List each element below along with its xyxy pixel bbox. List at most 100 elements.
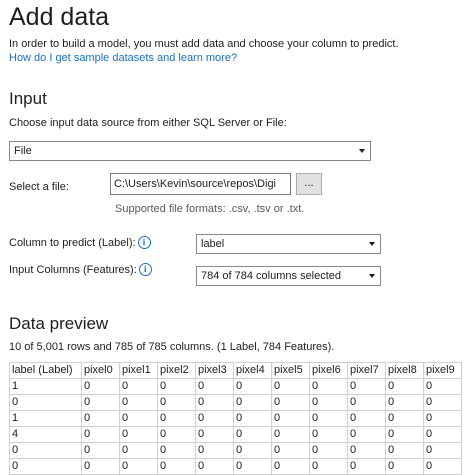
table-cell: 4: [9, 426, 82, 443]
table-header-row: label (Label) pixel0 pixel1 pixel2 pixel3 pix…: [9, 362, 462, 379]
data-source-dropdown[interactable]: File: [9, 141, 371, 161]
table-cell: 0: [9, 458, 82, 475]
file-path-input[interactable]: C:\Users\Kevin\source\repos\Digi: [110, 173, 291, 195]
data-source-value: File: [14, 145, 32, 157]
column-header[interactable]: pixel7: [347, 362, 386, 379]
data-preview-heading: Data preview: [9, 314, 109, 333]
features-label-text: Input Columns (Features):: [9, 264, 137, 276]
table-cell: 0: [385, 442, 424, 459]
chevron-down-icon: [369, 274, 375, 278]
table-cell: 0: [309, 458, 348, 475]
table-cell: 0: [385, 458, 424, 475]
table-cell: 0: [309, 442, 348, 459]
column-header[interactable]: pixel8: [385, 362, 424, 379]
file-label: Select a file:: [9, 181, 69, 193]
table-cell: 0: [347, 442, 386, 459]
table-row: 10000000000: [9, 410, 462, 427]
table-cell: 0: [195, 442, 234, 459]
column-to-predict-dropdown[interactable]: label: [196, 234, 381, 254]
table-row: 40000000000: [9, 426, 462, 443]
table-cell: 0: [119, 426, 158, 443]
table-cell: 0: [423, 410, 462, 427]
table-cell: 0: [423, 442, 462, 459]
table-cell: 0: [271, 394, 310, 411]
predict-label: Column to predict (Label): i: [9, 235, 151, 250]
table-cell: 0: [195, 410, 234, 427]
table-cell: 0: [119, 442, 158, 459]
table-cell: 0: [347, 426, 386, 443]
column-header[interactable]: pixel3: [195, 362, 234, 379]
features-value: 784 of 784 columns selected: [201, 270, 342, 282]
table-cell: 0: [423, 458, 462, 475]
table-cell: 0: [347, 394, 386, 411]
table-cell: 1: [9, 378, 82, 395]
supported-formats-hint: Supported file formats: .csv, .tsv or .t…: [115, 203, 305, 215]
info-icon[interactable]: i: [137, 235, 151, 249]
table-cell: 0: [385, 410, 424, 427]
column-header[interactable]: pixel2: [157, 362, 196, 379]
table-cell: 0: [385, 394, 424, 411]
table-cell: 0: [119, 410, 158, 427]
table-cell: 0: [347, 410, 386, 427]
table-cell: 0: [385, 378, 424, 395]
table-cell: 0: [271, 410, 310, 427]
table-cell: 0: [81, 378, 120, 395]
features-label: Input Columns (Features): i: [9, 262, 152, 277]
table-cell: 0: [271, 378, 310, 395]
page-description: In order to build a model, you must add …: [9, 38, 399, 50]
table-cell: 0: [9, 442, 82, 459]
table-cell: 0: [81, 394, 120, 411]
input-columns-dropdown[interactable]: 784 of 784 columns selected: [196, 266, 381, 286]
table-cell: 0: [119, 394, 158, 411]
page-title: Add data: [9, 3, 110, 31]
source-prompt: Choose input data source from either SQL…: [9, 117, 287, 129]
table-cell: 0: [233, 410, 272, 427]
table-row: 10000000000: [9, 378, 462, 395]
column-header[interactable]: pixel0: [81, 362, 120, 379]
input-heading: Input: [9, 89, 47, 108]
table-cell: 0: [271, 426, 310, 443]
table-cell: 0: [271, 442, 310, 459]
column-header[interactable]: pixel1: [119, 362, 158, 379]
chevron-down-icon: [369, 242, 375, 246]
column-header[interactable]: pixel5: [271, 362, 310, 379]
browse-button[interactable]: ...: [296, 173, 322, 195]
predict-value: label: [201, 238, 225, 250]
table-cell: 0: [347, 378, 386, 395]
table-cell: 0: [233, 426, 272, 443]
table-cell: 1: [9, 410, 82, 427]
table-cell: 0: [423, 394, 462, 411]
table-cell: 0: [157, 394, 196, 411]
chevron-down-icon: [359, 149, 365, 153]
table-cell: 0: [157, 442, 196, 459]
table-row: 00000000000: [9, 458, 462, 475]
table-cell: 0: [423, 426, 462, 443]
column-header[interactable]: pixel9: [423, 362, 462, 379]
table-cell: 0: [309, 378, 348, 395]
table-cell: 0: [81, 458, 120, 475]
table-cell: 0: [81, 442, 120, 459]
table-cell: 0: [271, 458, 310, 475]
table-cell: 0: [195, 394, 234, 411]
column-header[interactable]: label (Label): [9, 362, 82, 379]
preview-summary: 10 of 5,001 rows and 785 of 785 columns.…: [9, 341, 335, 353]
column-header[interactable]: pixel4: [233, 362, 272, 379]
table-cell: 0: [195, 378, 234, 395]
table-cell: 0: [157, 458, 196, 475]
info-icon[interactable]: i: [138, 262, 152, 276]
table-cell: 0: [9, 394, 82, 411]
sample-datasets-link[interactable]: How do I get sample datasets and learn m…: [9, 51, 237, 65]
table-cell: 0: [157, 410, 196, 427]
table-cell: 0: [233, 458, 272, 475]
column-header[interactable]: pixel6: [309, 362, 348, 379]
data-preview-table[interactable]: label (Label) pixel0 pixel1 pixel2 pixel3 pix…: [9, 362, 462, 475]
table-cell: 0: [157, 378, 196, 395]
table-cell: 0: [347, 458, 386, 475]
table-cell: 0: [309, 394, 348, 411]
table-cell: 0: [81, 410, 120, 427]
table-row: 00000000000: [9, 442, 462, 459]
table-cell: 0: [309, 426, 348, 443]
table-cell: 0: [195, 458, 234, 475]
table-cell: 0: [119, 378, 158, 395]
table-cell: 0: [309, 410, 348, 427]
